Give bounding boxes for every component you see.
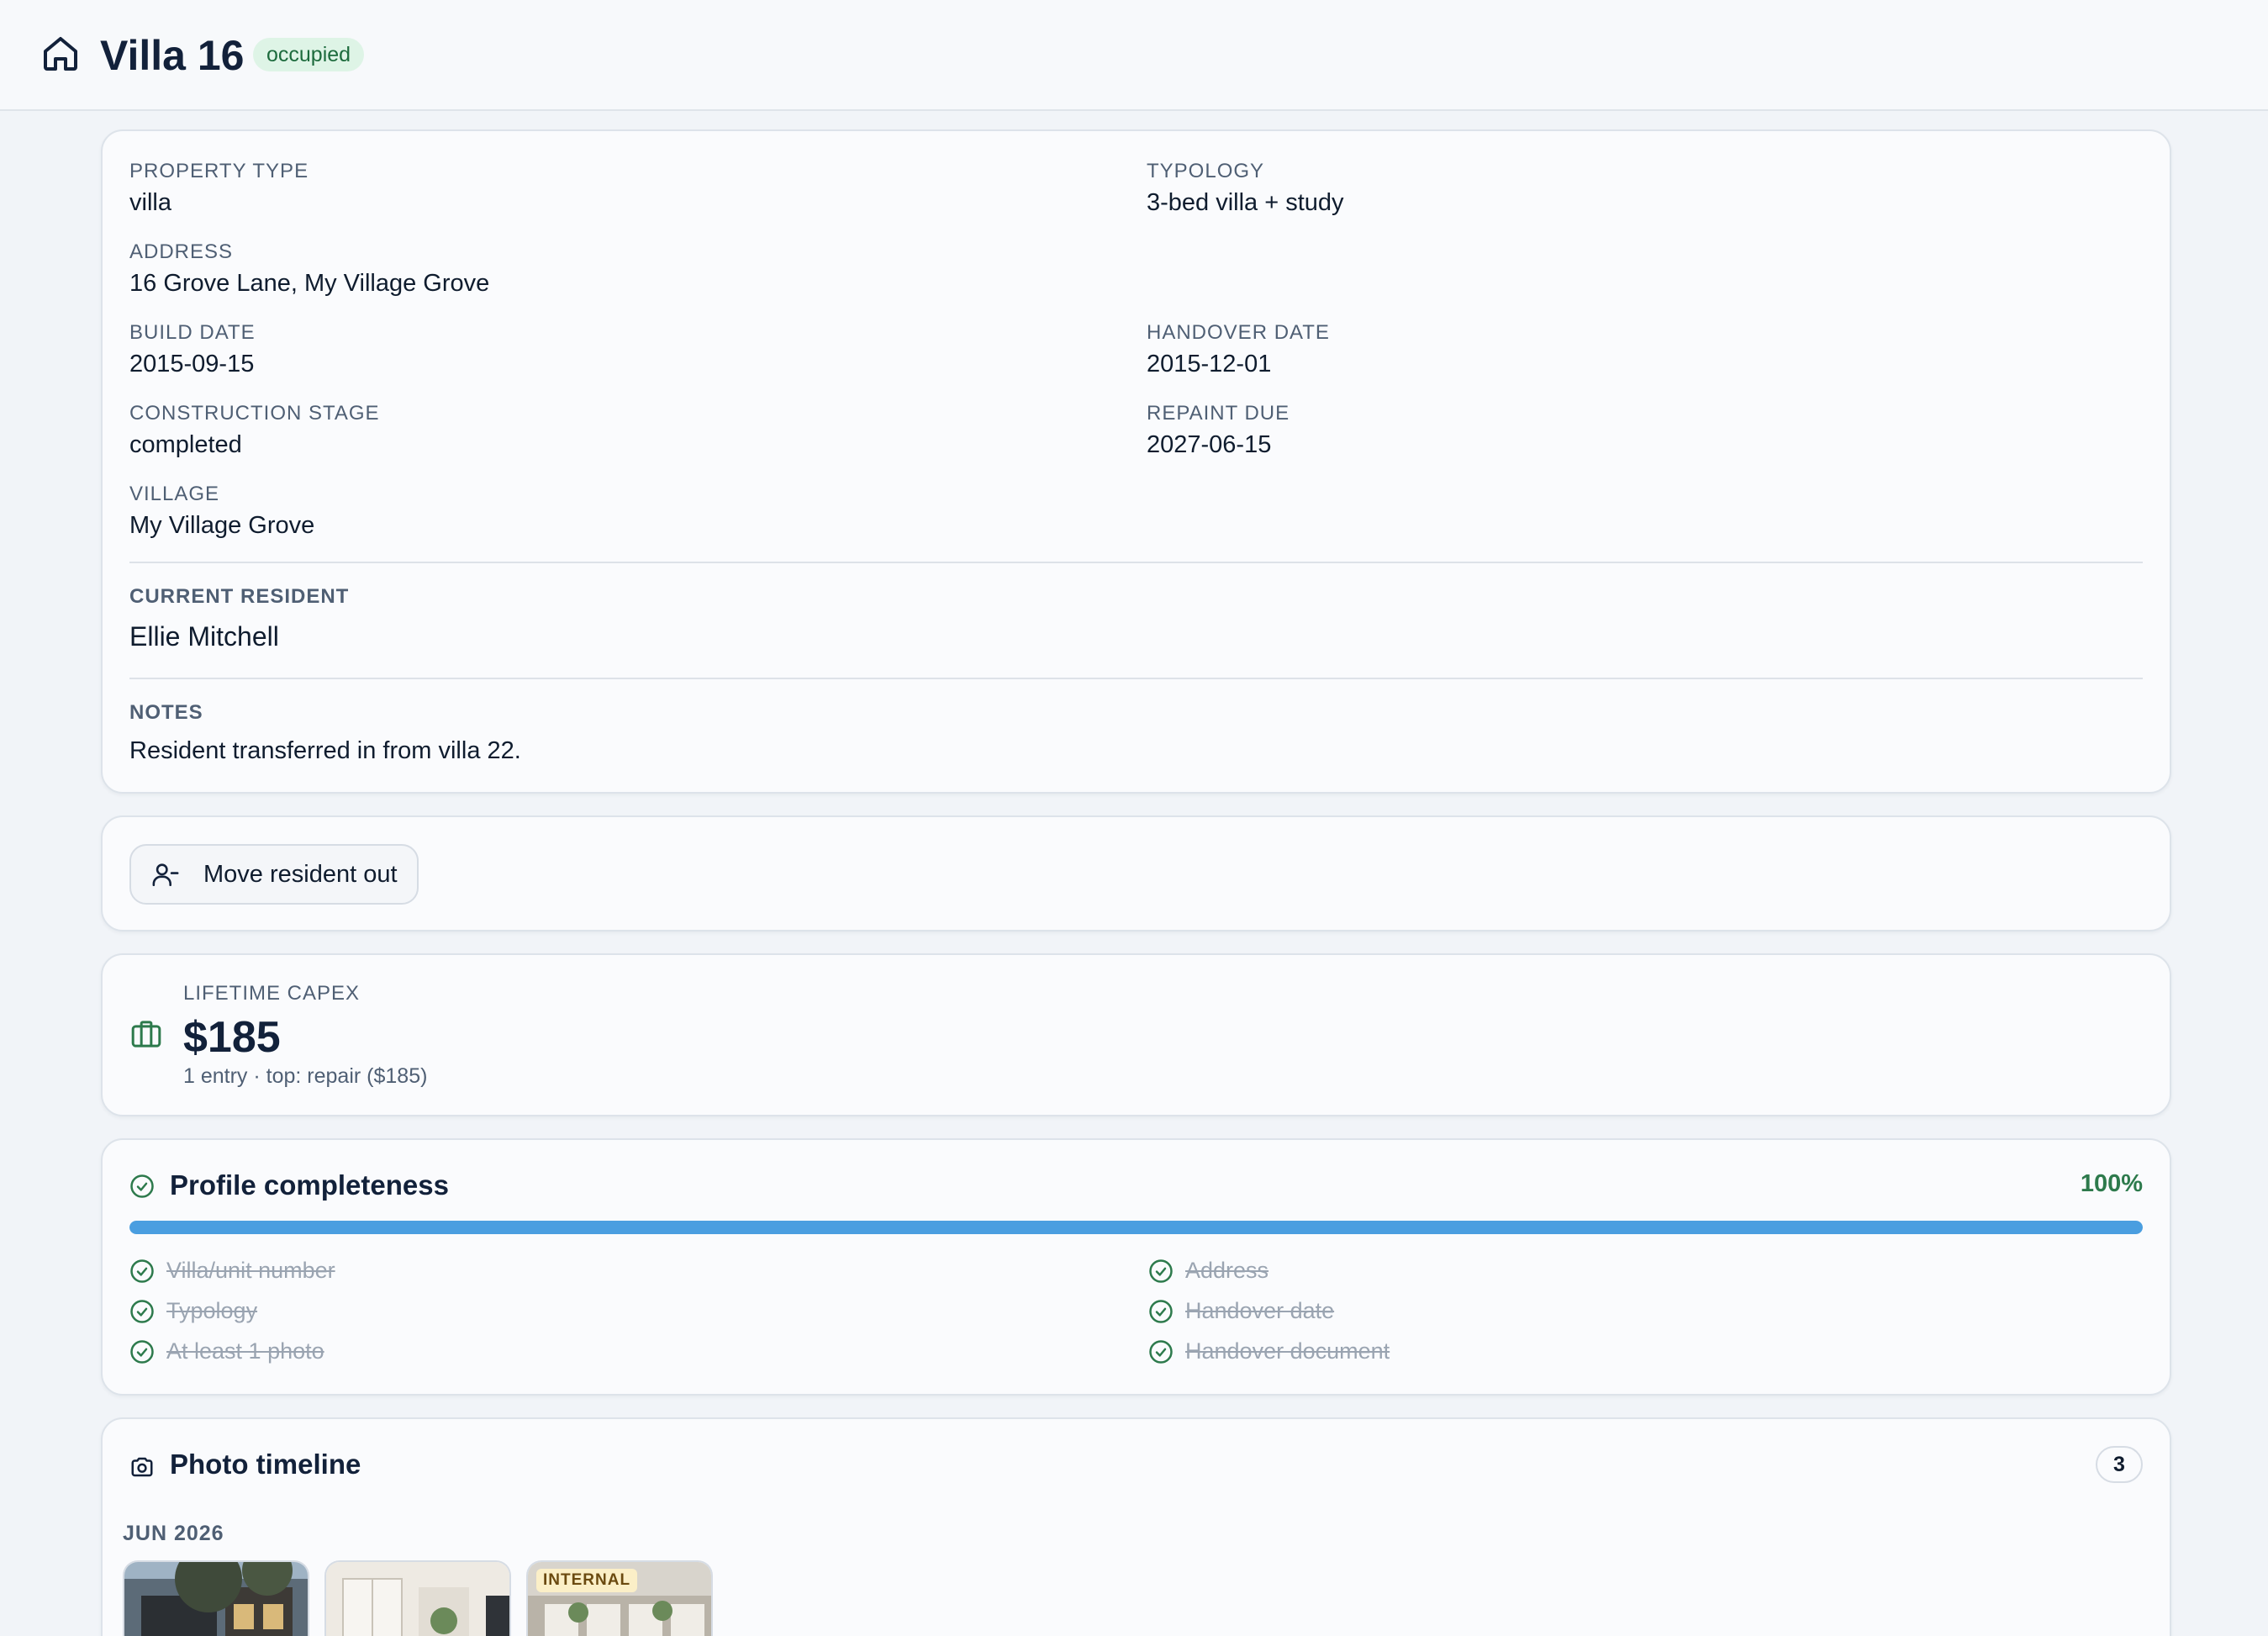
field-value-repaint-due: 2027-06-15 <box>1147 431 1272 458</box>
field-value-typology: 3-bed villa + study <box>1147 189 1344 216</box>
actions-card: Move resident out <box>101 815 2171 931</box>
field-label-typology: TYPOLOGY <box>1147 160 1265 182</box>
check-circle-icon <box>130 1339 154 1364</box>
notes-text: Resident transferred in from villa 22. <box>129 737 521 764</box>
checklist-item-label: Handover document <box>1185 1338 1390 1364</box>
check-circle-icon <box>130 1259 154 1283</box>
check-circle-icon <box>1149 1259 1173 1283</box>
page-title: Villa 16 <box>100 32 245 79</box>
checklist-item-label: Typology <box>166 1298 258 1323</box>
photo-thumbnail-interior[interactable]: INTERNAL <box>526 1560 713 1636</box>
checklist-item: Typology <box>129 1298 257 1324</box>
capex-label: LIFETIME CAPEX <box>183 982 361 1005</box>
field-label-village: VILLAGE <box>129 483 220 505</box>
move-resident-out-button[interactable]: Move resident out <box>129 844 419 905</box>
photo-count-badge: 3 <box>2096 1446 2143 1483</box>
checklist-item: Handover document <box>1148 1338 1390 1364</box>
photo-thumbnail-interior-living[interactable] <box>324 1560 511 1636</box>
photo-timeline-card: Photo timeline 3 JUN 2026 INTERNAL <box>101 1417 2171 1636</box>
completeness-progress-fill <box>129 1221 2143 1234</box>
home-icon <box>44 37 77 71</box>
photo-month-heading: JUN 2026 <box>123 1522 224 1545</box>
checklist-item-label: Villa/unit number <box>166 1258 335 1283</box>
current-resident-name[interactable]: Ellie Mitchell <box>129 620 279 652</box>
field-label-address: ADDRESS <box>129 240 234 263</box>
status-badge: occupied <box>253 38 365 71</box>
divider <box>129 678 2143 679</box>
move-resident-out-label: Move resident out <box>203 860 398 888</box>
capex-summary: 1 entry · top: repair ($185) <box>183 1064 428 1088</box>
user-minus-icon <box>152 863 179 887</box>
divider <box>129 562 2143 563</box>
field-value-build-date: 2015-09-15 <box>129 351 255 377</box>
field-label-handover-date: HANDOVER DATE <box>1147 321 1330 344</box>
checklist-item: Villa/unit number <box>129 1258 335 1284</box>
field-value-village: My Village Grove <box>129 512 315 539</box>
checklist-item: At least 1 photo <box>129 1338 324 1364</box>
field-value-handover-date: 2015-12-01 <box>1147 351 1272 377</box>
capex-value: $185 <box>183 1013 281 1062</box>
field-label-property-type: PROPERTY TYPE <box>129 160 309 182</box>
check-circle-icon <box>130 1299 154 1323</box>
photo-thumbnail-exterior[interactable] <box>123 1560 309 1636</box>
interior-photo-image <box>326 1562 509 1636</box>
field-value-address: 16 Grove Lane, My Village Grove <box>129 270 490 297</box>
checklist-item-label: Handover date <box>1185 1298 1335 1323</box>
field-label-build-date: BUILD DATE <box>129 321 256 344</box>
profile-completeness-title: Profile completeness <box>170 1169 449 1201</box>
exterior-photo-image <box>124 1562 308 1636</box>
field-label-repaint-due: REPAINT DUE <box>1147 402 1290 425</box>
internal-photo-tag: INTERNAL <box>536 1569 638 1592</box>
checklist-item-label: Address <box>1185 1258 1269 1283</box>
checklist-item-label: At least 1 photo <box>166 1338 324 1364</box>
checklist-item: Handover date <box>1148 1298 1334 1324</box>
lifetime-capex-card: LIFETIME CAPEX $185 1 entry · top: repai… <box>101 953 2171 1116</box>
notes-label: NOTES <box>129 701 203 724</box>
current-resident-label: CURRENT RESIDENT <box>129 585 350 608</box>
field-value-construction-stage: completed <box>129 431 242 458</box>
check-circle-icon <box>1149 1299 1173 1323</box>
photo-timeline-title: Photo timeline <box>170 1449 361 1480</box>
field-value-property-type: villa <box>129 189 171 216</box>
camera-icon <box>131 1457 153 1477</box>
check-circle-icon <box>130 1174 154 1198</box>
field-label-construction-stage: CONSTRUCTION STAGE <box>129 402 380 425</box>
checklist-item: Address <box>1148 1258 1268 1284</box>
property-details-card: PROPERTY TYPE villa TYPOLOGY 3-bed villa… <box>101 129 2171 794</box>
completeness-percent: 100% <box>2080 1170 2143 1197</box>
profile-completeness-card: Profile completeness 100% Villa/unit num… <box>101 1138 2171 1396</box>
completeness-progress-bar <box>129 1221 2143 1234</box>
briefcase-icon <box>131 1021 161 1048</box>
page-header: Villa 16 occupied <box>0 0 2268 111</box>
check-circle-icon <box>1149 1339 1173 1364</box>
